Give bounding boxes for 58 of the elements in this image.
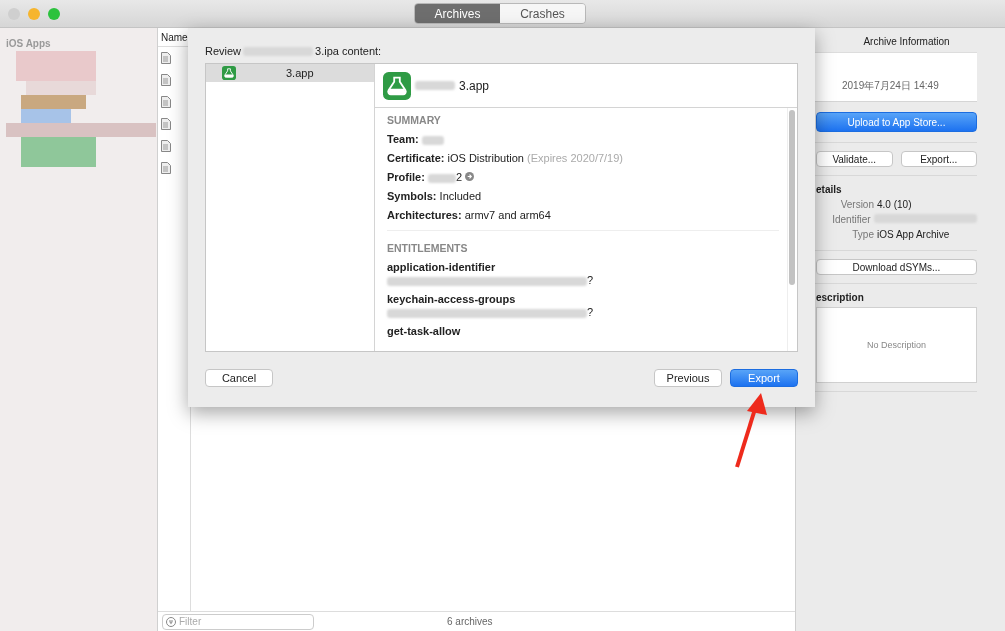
document-icon	[161, 118, 171, 130]
section-title: escription	[816, 292, 865, 303]
summary-label: Team:	[387, 133, 419, 145]
dialog-title: Review	[205, 45, 242, 57]
archive-count: 6 archives	[447, 616, 493, 627]
entitlement-value: ?	[587, 306, 594, 318]
dialog-button[interactable]: Previous	[654, 369, 722, 387]
summary-label: Profile:	[387, 171, 425, 183]
tab[interactable]: Crashes	[500, 4, 585, 23]
document-icon	[161, 96, 171, 108]
dialog-button[interactable]: Cancel	[205, 369, 273, 387]
redacted-text	[415, 81, 455, 90]
document-icon	[161, 162, 171, 174]
download-button[interactable]: Download dSYMs...	[816, 259, 977, 275]
filter-icon	[166, 616, 176, 627]
detail-value: iOS App Archive	[877, 229, 950, 240]
app-icon	[383, 71, 411, 100]
summary-label: Architectures:	[387, 209, 462, 221]
detail-value: 4.0 (10)	[877, 199, 912, 210]
summary-value: Included	[439, 190, 482, 202]
document-icon	[161, 140, 171, 152]
description-box[interactable]: No Description	[816, 307, 977, 383]
panel-title: Archive Information	[862, 35, 951, 49]
document-icon	[161, 74, 171, 86]
entitlement-key: keychain-access-groups	[387, 293, 775, 305]
summary-label: Symbols:	[387, 190, 437, 202]
archive-date: 2019年7月24日 14:49	[842, 79, 939, 93]
tab[interactable]: Archives	[415, 4, 500, 23]
entitlement-key: get-task-allow	[387, 325, 775, 337]
entitlement-key: application-identifier	[387, 261, 775, 273]
dialog-title: 3.ipa content:	[315, 45, 382, 57]
detail-label: Version	[839, 199, 874, 210]
app-name: 3.app	[459, 78, 490, 93]
app-icon	[222, 66, 236, 80]
summary-value: armv7 and arm64	[464, 209, 551, 221]
document-icon	[161, 52, 171, 64]
entitlement-value: ?	[587, 274, 594, 286]
redacted-text	[427, 173, 456, 183]
export-button[interactable]: Export...	[900, 151, 977, 167]
redacted-text	[421, 135, 444, 145]
scrollbar[interactable]	[787, 108, 797, 351]
expiry-note: (Expires 2020/7/19)	[527, 152, 623, 164]
detail-label: Type	[851, 229, 874, 240]
section-title: etails	[816, 184, 843, 195]
detail-label: Identifier	[831, 214, 871, 225]
zoom-button[interactable]	[48, 7, 60, 20]
summary-value: iOS Distribution	[447, 152, 524, 164]
sidebar-title: iOS Apps	[6, 38, 52, 49]
section-heading: ENTITLEMENTS	[387, 242, 469, 254]
section-heading: SUMMARY	[387, 114, 442, 126]
minimize-button[interactable]	[28, 7, 40, 20]
summary-value: 2	[455, 171, 463, 183]
upload-button[interactable]: Upload to App Store...	[816, 112, 977, 132]
filter-field[interactable]: Filter	[162, 613, 314, 630]
summary-label: Certificate:	[387, 152, 445, 164]
validate-button[interactable]: Validate...	[816, 151, 893, 167]
arrow-link-icon[interactable]	[465, 172, 475, 181]
app-list-item[interactable]: 3.app	[206, 64, 374, 82]
